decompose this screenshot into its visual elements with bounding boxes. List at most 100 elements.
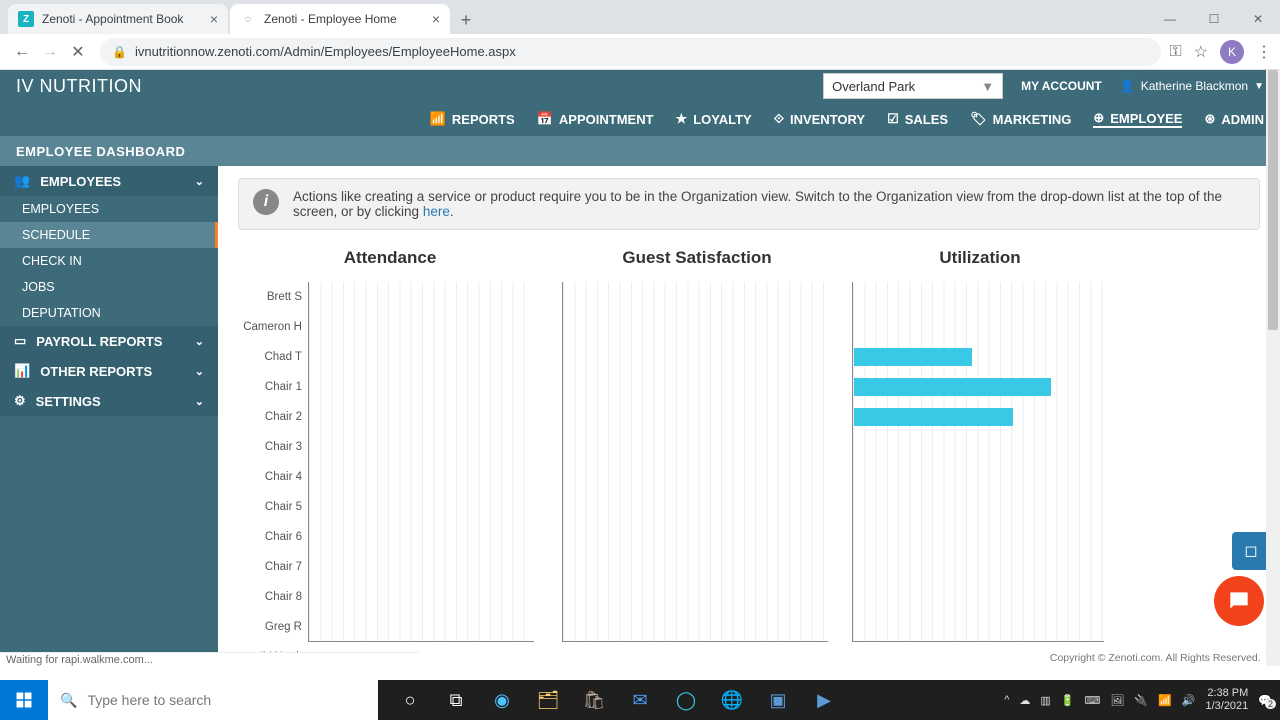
nav-inventory[interactable]: ⟐INVENTORY [774, 111, 865, 127]
tray-power-icon[interactable]: 🔌 [1134, 694, 1148, 707]
window-minimize[interactable]: ― [1148, 4, 1192, 34]
chevron-down-icon: ⌄ [195, 175, 204, 188]
my-account-link[interactable]: MY ACCOUNT [1021, 79, 1102, 93]
tray-chevron-icon[interactable]: ^ [1004, 694, 1009, 706]
sidebar-item-deputation[interactable]: DEPUTATION [0, 300, 218, 326]
tray-app-icon[interactable]: ▥ [1040, 694, 1050, 707]
new-tab-button[interactable]: + [452, 6, 480, 34]
sidebar-section-employees[interactable]: 👥 EMPLOYEES ⌄ [0, 166, 218, 196]
chart-icon: 📶 [430, 111, 446, 127]
tray-onedrive-icon[interactable]: ☁ [1019, 694, 1030, 707]
cortana-ring-icon[interactable]: ◯ [664, 680, 708, 720]
movies-icon[interactable]: ▶ [802, 680, 846, 720]
nav-appointment[interactable]: 📅APPOINTMENT [537, 111, 654, 127]
nav-label: LOYALTY [693, 112, 752, 127]
url-text: ivnutritionnow.zenoti.com/Admin/Employee… [135, 44, 516, 59]
chart-attendance: Attendance Brett SCameron HChad TChair 1… [238, 248, 542, 666]
chart-bar [854, 348, 972, 366]
mail-icon[interactable]: ✉ [618, 680, 662, 720]
profile-avatar[interactable]: K [1220, 40, 1244, 64]
key-icon[interactable]: ⚿ [1169, 43, 1181, 61]
nav-sales[interactable]: ☑SALES [887, 111, 948, 127]
sidebar-section-settings[interactable]: ⚙ SETTINGS ⌄ [0, 386, 218, 416]
chart-bar [854, 378, 1051, 396]
globe-icon: ⊛ [1204, 111, 1215, 127]
calendar-icon: 📅 [537, 111, 553, 127]
browser-tab-strip: Z Zenoti - Appointment Book × ◌ Zenoti -… [0, 0, 1280, 34]
main-content: i Actions like creating a service or pro… [218, 166, 1280, 666]
browser-tab-1[interactable]: ◌ Zenoti - Employee Home × [230, 4, 450, 34]
stop-button[interactable]: ✕ [64, 38, 92, 66]
window-close[interactable]: ✕ [1236, 4, 1280, 34]
primary-nav: 📶REPORTS 📅APPOINTMENT ★LOYALTY ⟐INVENTOR… [0, 102, 1280, 136]
tab-close-icon[interactable]: × [210, 11, 218, 27]
banner-text: Actions like creating a service or produ… [293, 189, 1245, 219]
browser-tab-0[interactable]: Z Zenoti - Appointment Book × [8, 4, 228, 34]
sidebar-item-checkin[interactable]: CHECK IN [0, 248, 218, 274]
cortana-icon[interactable]: ○ [388, 680, 432, 720]
chart-category-label: Chair 7 [238, 552, 302, 582]
brand-title: IV NUTRITION [16, 76, 142, 97]
chrome-icon[interactable]: 🌐 [710, 680, 754, 720]
search-icon: 🔍 [60, 692, 77, 709]
sidebar-section-label: PAYROLL REPORTS [36, 334, 162, 349]
zoom-icon[interactable]: ▣ [756, 680, 800, 720]
back-button[interactable]: ← [8, 38, 36, 66]
sidebar-item-schedule[interactable]: SCHEDULE [0, 222, 218, 248]
taskbar-search[interactable]: 🔍 Type here to search [48, 680, 378, 720]
chart-category-label: Chair 5 [238, 492, 302, 522]
sidebar: 👥 EMPLOYEES ⌄ EMPLOYEES SCHEDULE CHECK I… [0, 166, 218, 666]
task-view-icon[interactable]: ⧉ [434, 680, 478, 720]
store-icon[interactable]: 🛍 [572, 680, 616, 720]
help-widget-button[interactable]: ◻ [1232, 532, 1270, 570]
chart-plot [562, 282, 828, 642]
edge-icon[interactable]: ◉ [480, 680, 524, 720]
user-menu[interactable]: 👤 Katherine Blackmon ▼ [1120, 79, 1264, 93]
nav-employee[interactable]: ⊕EMPLOYEE [1093, 110, 1182, 128]
app-header: IV NUTRITION Overland Park ▼ MY ACCOUNT … [0, 70, 1280, 136]
banner-here-link[interactable]: here [423, 204, 450, 219]
forward-button[interactable]: → [36, 38, 64, 66]
bookmark-icon[interactable]: ☆ [1194, 42, 1208, 62]
nav-reports[interactable]: 📶REPORTS [430, 111, 515, 127]
page-scrollbar[interactable] [1266, 70, 1280, 666]
location-select[interactable]: Overland Park ▼ [823, 73, 1003, 99]
notification-center[interactable]: 💬2 [1258, 694, 1272, 707]
sidebar-section-other-reports[interactable]: 📊 OTHER REPORTS ⌄ [0, 356, 218, 386]
address-bar[interactable]: 🔒 ivnutritionnow.zenoti.com/Admin/Employ… [100, 38, 1161, 66]
tray-pictures-icon[interactable]: 🖼 [1110, 694, 1124, 707]
chat-widget-button[interactable] [1214, 576, 1264, 626]
tab-favicon: Z [18, 11, 34, 27]
system-tray: ^ ☁ ▥ 🔋 ⌨ 🖼 🔌 📶 🔊 2:38 PM 1/3/2021 💬2 [996, 687, 1280, 713]
sidebar-section-payroll[interactable]: ▭ PAYROLL REPORTS ⌄ [0, 326, 218, 356]
box-icon: ⟐ [774, 111, 784, 127]
check-icon: ☑ [887, 111, 899, 127]
sidebar-item-jobs[interactable]: JOBS [0, 274, 218, 300]
chart-category-label: Chair 2 [238, 402, 302, 432]
chat-icon [1226, 588, 1252, 614]
sidebar-item-employees[interactable]: EMPLOYEES [0, 196, 218, 222]
scrollbar-thumb[interactable] [1268, 70, 1278, 330]
tray-wifi-icon[interactable]: 📶 [1158, 694, 1172, 707]
explorer-icon[interactable]: 🗂 [526, 680, 570, 720]
chevron-down-icon: ▼ [1254, 81, 1264, 92]
chevron-down-icon: ⌄ [195, 395, 204, 408]
window-maximize[interactable]: ☐ [1192, 4, 1236, 34]
nav-loyalty[interactable]: ★LOYALTY [676, 111, 752, 127]
taskbar-clock[interactable]: 2:38 PM 1/3/2021 [1205, 687, 1248, 713]
nav-marketing[interactable]: 🏷MARKETING [970, 111, 1071, 127]
tray-keyboard-icon[interactable]: ⌨ [1085, 694, 1101, 707]
kebab-menu-icon[interactable]: ⋮ [1256, 42, 1272, 62]
tab-close-icon[interactable]: × [432, 11, 440, 27]
chart-category-label: Greg R [238, 612, 302, 642]
chevron-down-icon: ▼ [981, 79, 994, 94]
nav-admin[interactable]: ⊛ADMIN [1204, 111, 1264, 127]
chart-guest-satisfaction: Guest Satisfaction [562, 248, 832, 666]
sidebar-section-label: OTHER REPORTS [40, 364, 152, 379]
tray-battery-icon[interactable]: 🔋 [1061, 694, 1075, 707]
tab-title: Zenoti - Employee Home [264, 12, 397, 26]
chart-utilization: Utilization [852, 248, 1108, 666]
tray-volume-icon[interactable]: 🔊 [1182, 694, 1196, 707]
browser-status-text: Waiting for rapi.walkme.com... [0, 652, 420, 666]
start-button[interactable] [0, 680, 48, 720]
